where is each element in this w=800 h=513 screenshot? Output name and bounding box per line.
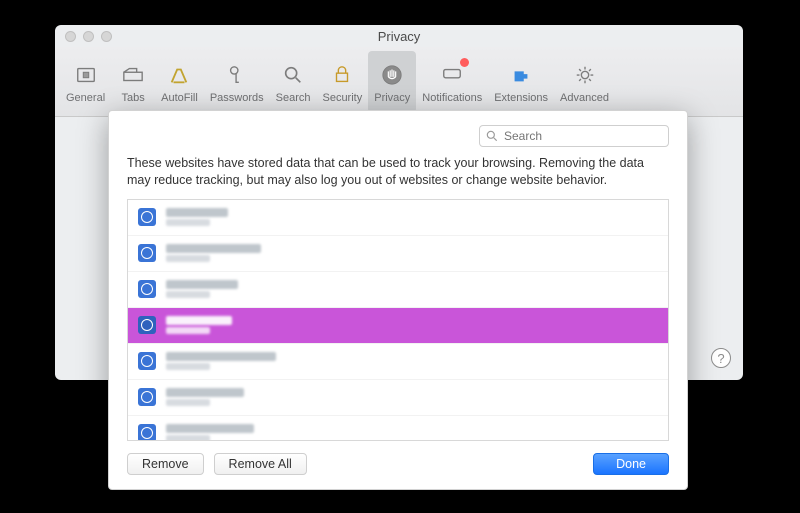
minimize-icon[interactable] [83,31,94,42]
search-tab-icon [279,61,307,89]
globe-icon [138,208,156,226]
general-icon [72,61,100,89]
site-domain [166,316,232,325]
help-button[interactable]: ? [711,348,731,368]
tab-passwords[interactable]: Passwords [204,51,270,113]
gear-icon [571,61,599,89]
titlebar: Privacy [55,25,743,47]
site-domain [166,352,276,361]
tab-privacy[interactable]: Privacy [368,51,416,113]
list-item[interactable] [128,272,668,308]
list-item-selected[interactable] [128,308,668,344]
tab-security[interactable]: Security [316,51,368,113]
site-domain [166,280,238,289]
globe-icon [138,244,156,262]
site-domain [166,244,261,253]
site-detail [166,255,210,262]
site-detail [166,435,210,441]
search-input-wrap[interactable] [479,125,669,147]
tab-advanced[interactable]: Advanced [554,51,615,113]
sheet-buttons: Remove Remove All Done [127,453,669,475]
remove-button[interactable]: Remove [127,453,204,475]
manage-data-sheet: These websites have stored data that can… [108,110,688,490]
tab-autofill[interactable]: AutoFill [155,51,204,113]
site-detail [166,399,210,406]
globe-icon [138,388,156,406]
tab-general[interactable]: General [60,51,111,113]
tab-notifications[interactable]: Notifications [416,51,488,113]
search-input[interactable] [504,129,668,143]
notifications-icon [438,61,466,89]
security-icon [328,61,356,89]
list-item[interactable] [128,416,668,441]
websites-list[interactable] [127,199,669,441]
window-title: Privacy [378,29,421,44]
list-item[interactable] [128,380,668,416]
done-button[interactable]: Done [593,453,669,475]
toolbar: General Tabs AutoFill Passwords Search [55,47,743,117]
globe-icon [138,424,156,441]
site-detail [166,219,210,226]
remove-all-button[interactable]: Remove All [214,453,307,475]
extensions-icon [507,61,535,89]
traffic-lights [65,31,112,42]
globe-icon [138,316,156,334]
zoom-icon[interactable] [101,31,112,42]
globe-icon [138,280,156,298]
list-item[interactable] [128,236,668,272]
site-detail [166,363,210,370]
tab-extensions[interactable]: Extensions [488,51,554,113]
site-detail [166,291,210,298]
site-detail [166,327,210,334]
list-item[interactable] [128,200,668,236]
sheet-description: These websites have stored data that can… [127,155,669,189]
key-icon [223,61,251,89]
site-domain [166,388,244,397]
search-icon [485,129,499,143]
autofill-icon [165,61,193,89]
privacy-icon [378,61,406,89]
list-item[interactable] [128,344,668,380]
site-domain [166,424,254,433]
site-domain [166,208,228,217]
globe-icon [138,352,156,370]
tab-search[interactable]: Search [270,51,317,113]
close-icon[interactable] [65,31,76,42]
tab-tabs[interactable]: Tabs [111,51,155,113]
tabs-icon [119,61,147,89]
